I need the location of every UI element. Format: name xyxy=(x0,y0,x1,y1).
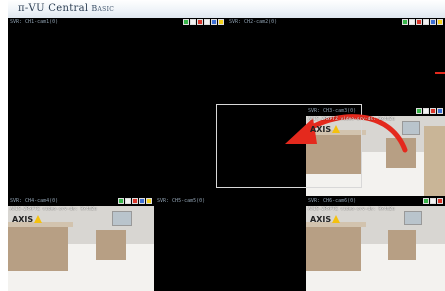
window-left-edge xyxy=(0,0,8,291)
yellow-tool-icon[interactable] xyxy=(437,19,443,25)
camera-feed: AXIS-2RxPTZ video-srv-ds: 9x4m2u AXIS xyxy=(306,206,445,291)
camera-panel-1[interactable]: SVR: CH1-cam1(0) xyxy=(8,18,226,196)
camera-toolbar xyxy=(118,198,152,205)
camera-panel-4[interactable]: SVR: CH4-cam4(0) AXIS-2RxPTZ video-srv-d… xyxy=(8,197,154,291)
axis-logo: AXIS xyxy=(310,215,341,224)
axis-logo-text: AXIS xyxy=(310,215,332,224)
white-tool-icon[interactable] xyxy=(423,108,429,114)
blue-tool-icon[interactable] xyxy=(437,108,443,114)
green-tool-icon[interactable] xyxy=(402,19,408,25)
camera-header: SVR: CH5-cam5(0) xyxy=(155,197,305,206)
feed-cubicle xyxy=(424,126,445,196)
green-tool-icon[interactable] xyxy=(423,198,429,204)
yellow-tool-icon[interactable] xyxy=(146,198,152,204)
red-marker xyxy=(435,72,445,74)
camera-header: SVR: CH6-cam6(0) xyxy=(306,197,445,206)
blue-tool-icon[interactable] xyxy=(211,19,217,25)
camera-panel-2[interactable]: SVR: CH2-cam2(0) xyxy=(227,18,445,106)
red-tool-icon[interactable] xyxy=(430,108,436,114)
green-tool-icon[interactable] xyxy=(183,19,189,25)
camera-label: SVR: CH4-cam4(0) xyxy=(10,198,59,204)
camera-grid: SVR: CH1-cam1(0) SVR: CH2-cam2(0) SVR: C… xyxy=(8,18,445,291)
feed-window xyxy=(404,211,422,225)
red-tool-icon[interactable] xyxy=(132,198,138,204)
feed-window xyxy=(112,211,132,226)
axis-logo: AXIS xyxy=(310,125,341,134)
red-tool-icon[interactable] xyxy=(437,198,443,204)
white-tool-icon[interactable] xyxy=(423,19,429,25)
camera-header: SVR: CH1-cam1(0) xyxy=(8,18,226,27)
feed-cubicle xyxy=(96,230,126,260)
camera-label: SVR: CH1-cam1(0) xyxy=(10,19,59,25)
white-tool-icon[interactable] xyxy=(190,19,196,25)
axis-logo-triangle xyxy=(332,215,341,223)
camera-toolbar xyxy=(183,19,224,26)
axis-logo-text: AXIS xyxy=(12,215,34,224)
white-tool-icon[interactable] xyxy=(204,19,210,25)
camera-label: SVR: CH6-cam6(0) xyxy=(308,198,357,204)
feed-cubicle xyxy=(8,226,68,271)
drag-arrow-icon xyxy=(285,114,408,153)
white-tool-icon[interactable] xyxy=(430,198,436,204)
camera-label: SVR: CH5-cam5(0) xyxy=(157,198,206,204)
camera-toolbar xyxy=(402,19,443,26)
camera-label: SVR: CH2-cam2(0) xyxy=(229,19,278,25)
app-title: π-VU Central Basic xyxy=(18,3,114,14)
camera-feed: AXIS-2RxPTZ video-srv-ds: 9x4m2u AXIS xyxy=(8,206,154,291)
camera-header: SVR: CH2-cam2(0) xyxy=(227,18,445,27)
axis-logo-text: AXIS xyxy=(310,125,332,134)
feed-caption: AXIS-2RxPTZ video-srv-ds: 9x4m2u xyxy=(308,207,395,212)
feed-caption: AXIS-2RxPTZ video-srv-ds: 9x4m2u xyxy=(10,207,97,212)
red-tool-icon[interactable] xyxy=(416,19,422,25)
green-tool-icon[interactable] xyxy=(118,198,124,204)
camera-panel-6[interactable]: SVR: CH6-cam6(0) AXIS-2RxPTZ video-srv-d… xyxy=(306,197,445,291)
camera-header: SVR: CH4-cam4(0) xyxy=(8,197,154,206)
app-title-edition: Basic xyxy=(91,4,115,13)
blue-tool-icon[interactable] xyxy=(139,198,145,204)
white-tool-icon[interactable] xyxy=(125,198,131,204)
white-tool-icon[interactable] xyxy=(409,19,415,25)
red-tool-icon[interactable] xyxy=(197,19,203,25)
yellow-tool-icon[interactable] xyxy=(218,19,224,25)
axis-logo-triangle xyxy=(34,215,43,223)
feed-caption: AXIS-2RxPTZ video-srv-ds: 9x4m2u xyxy=(308,117,395,122)
app-title-main: π-VU Central xyxy=(18,3,89,14)
camera-toolbar xyxy=(416,108,443,115)
axis-logo: AXIS xyxy=(12,215,43,224)
blue-tool-icon[interactable] xyxy=(430,19,436,25)
axis-logo-triangle xyxy=(332,125,341,133)
feed-cubicle xyxy=(306,226,361,271)
camera-toolbar xyxy=(423,198,443,205)
green-tool-icon[interactable] xyxy=(416,108,422,114)
camera-panel-5[interactable]: SVR: CH5-cam5(0) xyxy=(155,197,305,291)
app-window: π-VU CentralBasic SVR: CH1-cam1(0) SVR: xyxy=(0,0,445,291)
title-bar[interactable]: π-VU Central Basic xyxy=(8,0,445,19)
feed-cubicle xyxy=(388,230,416,260)
